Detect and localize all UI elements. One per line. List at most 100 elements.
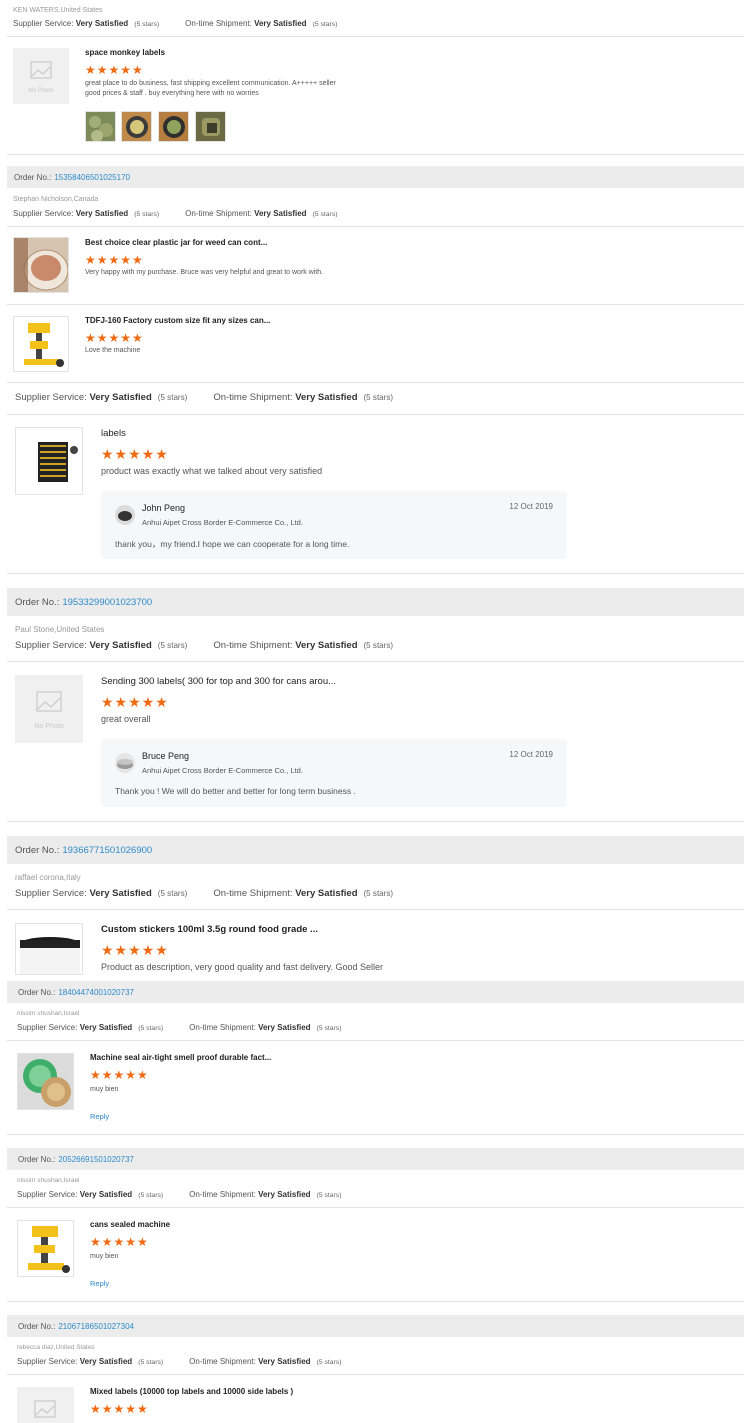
divider [7, 382, 744, 383]
satisfaction-row: Supplier Service: Very Satisfied (5 stars… [17, 1357, 342, 1366]
divider [7, 909, 744, 910]
buyer-name: nissim shushan,Israel [17, 1010, 80, 1017]
no-photo-image: No Photo [13, 48, 69, 104]
order-number-link[interactable]: 21067186501027304 [58, 1322, 134, 1331]
order-header: Order No.: 19533299001023700 [7, 588, 744, 616]
order-header: Order No.: 19366771501026900 [7, 836, 744, 864]
product-image[interactable] [17, 1220, 74, 1277]
divider [7, 226, 744, 227]
satisfaction-row: Supplier Service: Very Satisfied (5 stars… [17, 1023, 342, 1032]
review-text: Product as description, very good qualit… [101, 962, 383, 972]
buyer-name: raffael corona,Italy [15, 873, 81, 882]
rating-stars: ★★★★★ [85, 63, 144, 77]
product-title[interactable]: Machine seal air-tight smell proof durab… [90, 1053, 271, 1062]
review-photo[interactable] [85, 111, 116, 142]
review-text: good prices & staff . buy everything her… [85, 90, 259, 97]
divider [7, 414, 744, 415]
satisfaction-row: Supplier Service: Very Satisfied (5 stars… [15, 392, 394, 403]
satisfaction-row: Supplier Service: Very Satisfied (5 stars… [15, 640, 394, 651]
reply-author: John Peng [142, 503, 186, 513]
review-photo[interactable] [158, 111, 189, 142]
order-number-link[interactable]: 19366771501026900 [62, 845, 152, 856]
satisfaction-row: Supplier Service: Very Satisfied (5 stars… [17, 1190, 342, 1199]
divider [7, 1134, 744, 1135]
rating-stars: ★★★★★ [90, 1402, 149, 1416]
satisfaction-row: Supplier Service: Very Satisfied (5 stars… [13, 209, 338, 218]
product-image[interactable] [15, 923, 83, 975]
image-placeholder-icon: No Photo [28, 61, 54, 94]
rating-stars: ★★★★★ [90, 1235, 149, 1249]
order-number-link[interactable]: 15358406501025170 [54, 173, 130, 182]
svg-text:No Photo: No Photo [34, 723, 63, 730]
review-text: muy bien [90, 1253, 119, 1260]
review-photo[interactable] [121, 111, 152, 142]
supplier-rating: Very Satisfied [75, 19, 129, 28]
product-title[interactable]: Best choice clear plastic jar for weed c… [85, 238, 267, 247]
shipment-rating: Very Satisfied [254, 19, 307, 28]
reply-link[interactable]: Reply [90, 1112, 109, 1121]
seller-reply: John Peng Anhui Aipet Cross Border E-Com… [101, 491, 567, 559]
reply-company: Anhui Aipet Cross Border E-Commerce Co.,… [142, 518, 303, 527]
order-number-link[interactable]: 20526691501020737 [58, 1155, 134, 1164]
rating-stars: ★★★★★ [101, 446, 169, 462]
buyer-name: Paul Stone,United States [15, 625, 105, 634]
review-text: Love the machine [85, 347, 141, 354]
review-photo[interactable] [195, 111, 226, 142]
order-label: Order No.: [14, 172, 52, 182]
product-image[interactable] [15, 427, 83, 495]
review-text: great place to do business, fast shippin… [85, 80, 336, 87]
order-number-link[interactable]: 18404474001020737 [58, 988, 134, 997]
seller-reply: Bruce Peng Anhui Aipet Cross Border E-Co… [101, 739, 567, 807]
product-title[interactable]: Sending 300 labels( 300 for top and 300 … [101, 676, 336, 687]
product-title[interactable]: cans sealed machine [90, 1220, 170, 1229]
shipment-label: On-time Shipment: [185, 19, 252, 28]
satisfaction-row: Supplier Service: Very Satisfied (5 stars… [13, 19, 364, 28]
order-number-link[interactable]: 19533299001023700 [62, 597, 152, 608]
supplier-label: Supplier Service: [13, 19, 74, 28]
reply-date: 12 Oct 2019 [509, 750, 553, 759]
reply-link[interactable]: Reply [90, 1279, 109, 1288]
product-title[interactable]: space monkey labels [85, 48, 165, 57]
reply-text: Thank you ! We will do better and better… [115, 786, 356, 796]
review-text: Very happy with my purchase. Bruce was v… [85, 269, 324, 276]
seller-avatar [115, 753, 135, 773]
divider [7, 1301, 744, 1302]
divider [7, 821, 744, 822]
rating-stars: ★★★★★ [101, 942, 169, 958]
divider [7, 304, 744, 305]
product-title[interactable]: labels [101, 428, 126, 439]
divider [7, 573, 744, 574]
product-image[interactable] [17, 1053, 74, 1110]
reply-company: Anhui Aipet Cross Border E-Commerce Co.,… [142, 766, 303, 775]
reply-text: thank you，my friend.I hope we can cooper… [115, 539, 350, 549]
product-title[interactable]: Custom stickers 100ml 3.5g round food gr… [101, 924, 318, 935]
review-text: great overall [101, 714, 151, 724]
buyer-name: rebecca diaz,United States [17, 1344, 95, 1351]
rating-stars: ★★★★★ [90, 1068, 149, 1082]
reply-date: 12 Oct 2019 [509, 502, 553, 511]
buyer-name: Stephan Nicholson,Canada [13, 196, 99, 203]
order-header: Order No.: 20526691501020737 [7, 1148, 744, 1170]
no-photo-image [17, 1387, 74, 1423]
shipment-stars: (5 stars) [312, 21, 338, 28]
image-placeholder-icon: No Photo [34, 691, 64, 730]
rating-stars: ★★★★★ [85, 331, 144, 345]
divider [7, 36, 744, 37]
buyer-name: nissim shushan,Israel [17, 1177, 80, 1184]
buyer-name: KEN WATERS,United States [13, 7, 103, 14]
product-image[interactable] [13, 316, 69, 372]
rating-stars: ★★★★★ [85, 253, 144, 267]
svg-text:No Photo: No Photo [28, 88, 54, 94]
review-text: product was exactly what we talked about… [101, 466, 323, 476]
review-text: muy bien [90, 1086, 119, 1093]
product-title[interactable]: TDFJ-160 Factory custom size fit any siz… [85, 316, 270, 325]
order-header: Order No.: 15358406501025170 [7, 166, 744, 188]
product-title[interactable]: Mixed labels (10000 top labels and 10000… [90, 1387, 293, 1396]
divider [7, 1207, 744, 1208]
order-header: Order No.: 21067186501027304 [7, 1315, 744, 1337]
product-image[interactable] [13, 237, 69, 293]
divider [7, 661, 744, 662]
divider [7, 1040, 744, 1041]
divider [7, 1374, 744, 1375]
supplier-stars: (5 stars) [134, 21, 160, 28]
